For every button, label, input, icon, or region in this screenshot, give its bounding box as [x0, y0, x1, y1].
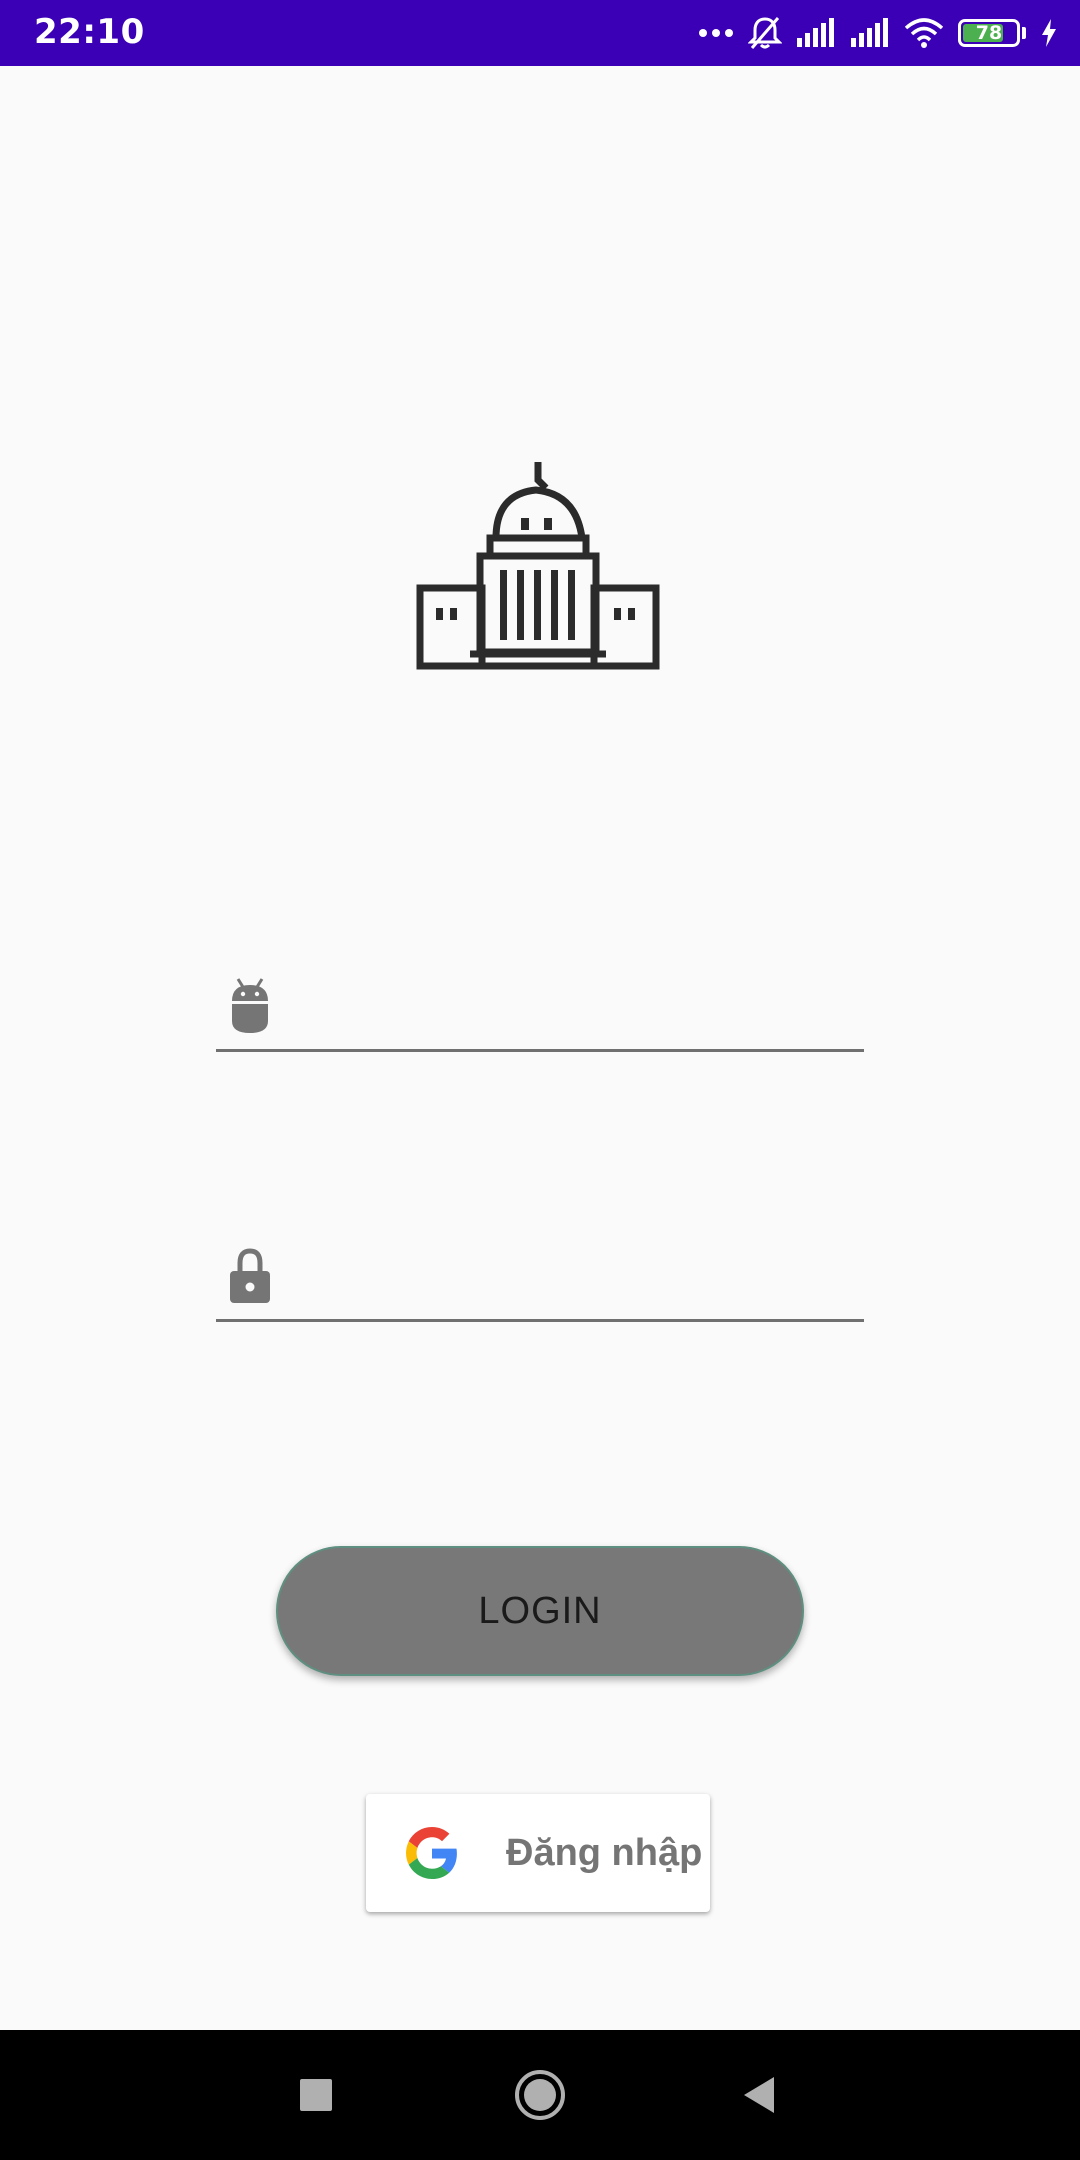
more-notifications-icon: [699, 29, 733, 37]
battery-tip: [1022, 27, 1026, 39]
battery-icon: 78: [958, 19, 1020, 47]
navigation-bar: [0, 2030, 1080, 2160]
wifi-icon: [904, 18, 944, 48]
google-sign-in-button[interactable]: Đăng nhập: [366, 1794, 710, 1912]
recent-apps-icon: [300, 2079, 332, 2111]
android-icon: [232, 978, 268, 1033]
login-button[interactable]: LOGIN: [276, 1546, 804, 1676]
signal-2-icon: [851, 18, 888, 47]
lock-icon: [230, 1248, 270, 1303]
capitol-building-icon: [414, 458, 664, 708]
battery-indicator: 78: [958, 19, 1026, 47]
username-field[interactable]: [216, 962, 864, 1052]
google-icon: [406, 1827, 457, 1879]
bell-muted-icon: [748, 17, 782, 49]
username-input[interactable]: [288, 981, 856, 1043]
password-input[interactable]: [288, 1251, 856, 1313]
back-button[interactable]: [725, 2060, 795, 2130]
status-time: 22:10: [34, 12, 145, 52]
back-icon: [744, 2077, 774, 2113]
charging-icon: [1042, 19, 1056, 47]
status-bar: 22:10 78: [0, 0, 1080, 66]
login-button-label: LOGIN: [478, 1589, 602, 1632]
battery-level: 78: [975, 22, 1003, 44]
status-icons: 78: [698, 10, 1058, 56]
home-button[interactable]: [505, 2060, 575, 2130]
google-sign-in-label: Đăng nhập: [506, 1832, 703, 1874]
signal-1-icon: [797, 18, 834, 47]
recent-apps-button[interactable]: [281, 2060, 351, 2130]
home-icon: [515, 2070, 565, 2120]
password-field[interactable]: [216, 1232, 864, 1322]
